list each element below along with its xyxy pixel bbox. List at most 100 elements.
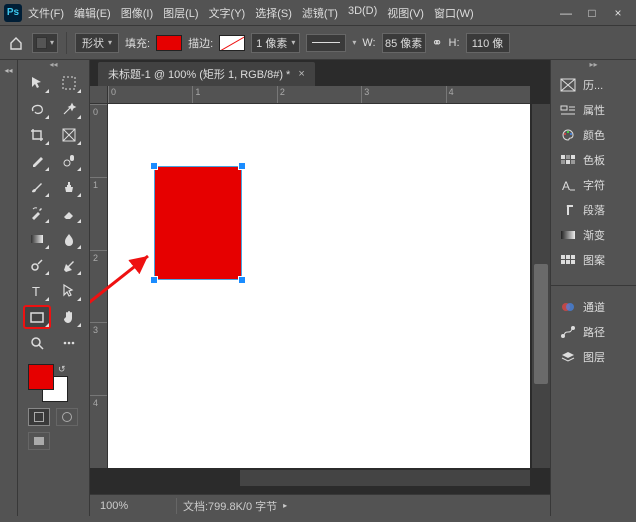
tool-frame[interactable] (56, 124, 82, 146)
scrollbar-vertical[interactable] (532, 104, 550, 468)
panel-label: 通道 (583, 299, 605, 315)
tool-clone[interactable] (56, 176, 82, 198)
ruler-tick: 3 (361, 86, 445, 103)
canvas[interactable] (108, 104, 530, 468)
stroke-color-picker[interactable] (219, 35, 245, 51)
panel-properties[interactable]: 属性 (555, 99, 632, 121)
menu-select[interactable]: 选择(S) (255, 5, 292, 21)
maximize-button[interactable]: □ (586, 6, 598, 20)
tool-eyedropper[interactable] (24, 150, 50, 172)
tool-blur[interactable] (56, 228, 82, 250)
link-wh-icon[interactable]: ⚭ (432, 35, 443, 51)
swap-colors-icon[interactable]: ↺ (58, 364, 66, 375)
handle-tr[interactable] (238, 162, 246, 170)
ruler-tick: 4 (446, 86, 530, 103)
chevron-down-icon: ▾ (108, 38, 112, 47)
tool-lasso[interactable] (24, 98, 50, 120)
document-tab[interactable]: 未标题-1 @ 100% (矩形 1, RGB/8#) * × (98, 62, 315, 86)
toolbox-collapse[interactable]: ◂◂ (18, 60, 89, 68)
menu-edit[interactable]: 编辑(E) (74, 5, 111, 21)
close-tab-icon[interactable]: × (298, 68, 304, 80)
tool-spot-heal[interactable] (56, 150, 82, 172)
panel-layers[interactable]: 图层 (555, 346, 632, 368)
menu-3d[interactable]: 3D(D) (348, 5, 377, 21)
screen-mode-icon[interactable] (28, 432, 50, 450)
menu-file[interactable]: 文件(F) (28, 5, 64, 21)
menu-type[interactable]: 文字(Y) (209, 5, 246, 21)
document-info[interactable]: 文档:799.8K/0 字节 (183, 498, 277, 514)
panel-history[interactable]: 历... (555, 74, 632, 96)
app-logo: Ps (4, 4, 22, 22)
shape-mode-dropdown[interactable]: 形状 ▾ (75, 33, 119, 53)
svg-text:T: T (32, 284, 40, 299)
patterns-icon (559, 252, 577, 268)
foreground-color[interactable] (28, 364, 54, 390)
menu-image[interactable]: 图像(I) (121, 5, 153, 21)
ruler-horizontal[interactable]: 01234 (108, 86, 530, 104)
panel-gradient[interactable]: 渐变 (555, 224, 632, 246)
menu-layer[interactable]: 图层(L) (163, 5, 198, 21)
tool-more[interactable] (56, 332, 82, 354)
tool-dodge[interactable] (24, 254, 50, 276)
tool-type[interactable]: T (24, 280, 50, 302)
character-icon: A (559, 177, 577, 193)
tool-history-brush[interactable] (24, 202, 50, 224)
stroke-style-dropdown[interactable] (306, 34, 346, 52)
tool-move[interactable] (24, 72, 50, 94)
tool-preset-picker[interactable]: ▾ (32, 33, 58, 53)
info-menu-icon[interactable]: ▸ (283, 501, 287, 510)
stroke-width-input[interactable]: 1 像素 ▾ (251, 33, 300, 53)
ruler-corner (90, 86, 108, 104)
scrollbar-horizontal[interactable] (240, 470, 530, 486)
collapse-left[interactable]: ◂◂ (0, 60, 18, 516)
color-wells: ↺ (18, 358, 89, 402)
tool-hand[interactable] (56, 306, 82, 328)
panel-channels[interactable]: 通道 (555, 296, 632, 318)
resize-grip[interactable] (0, 516, 636, 522)
width-label: W: (362, 37, 375, 49)
zoom-level[interactable]: 100% (90, 500, 170, 512)
home-button[interactable] (6, 33, 26, 53)
gradient-icon (559, 227, 577, 243)
toolbox: ◂◂ T ↺ (18, 60, 90, 516)
handle-br[interactable] (238, 276, 246, 284)
ruler-tick: 3 (90, 322, 107, 395)
panel-character[interactable]: A字符 (555, 174, 632, 196)
canvas-wrap: 01234 01234 (90, 86, 550, 494)
standard-mode-icon[interactable] (28, 408, 50, 426)
close-button[interactable]: × (612, 6, 624, 20)
panel-paths[interactable]: 路径 (555, 321, 632, 343)
minimize-button[interactable]: — (560, 6, 572, 20)
tool-marquee[interactable] (56, 72, 82, 94)
tool-pen[interactable] (56, 254, 82, 276)
channels-icon (559, 299, 577, 315)
tool-rectangle[interactable] (24, 306, 50, 328)
ruler-tick: 2 (277, 86, 361, 103)
panel-patterns[interactable]: 图案 (555, 249, 632, 271)
quickmask-mode-icon[interactable] (56, 408, 78, 426)
tool-brush[interactable] (24, 176, 50, 198)
scroll-thumb[interactable] (534, 264, 548, 384)
main-menu: 文件(F) 编辑(E) 图像(I) 图层(L) 文字(Y) 选择(S) 滤镜(T… (28, 5, 552, 21)
tool-path-sel[interactable] (56, 280, 82, 302)
panel-paragraph[interactable]: 段落 (555, 199, 632, 221)
panel-collapse[interactable]: ▸▸ (551, 60, 636, 70)
height-input[interactable] (466, 33, 510, 53)
paths-icon (559, 324, 577, 340)
menu-filter[interactable]: 滤镜(T) (302, 5, 338, 21)
document-area: 未标题-1 @ 100% (矩形 1, RGB/8#) * × 01234 01… (90, 60, 550, 516)
chevron-down-icon: ▾ (50, 38, 54, 47)
shape-rectangle[interactable] (154, 166, 242, 280)
tool-crop[interactable] (24, 124, 50, 146)
tool-eraser[interactable] (56, 202, 82, 224)
fill-color-picker[interactable] (156, 35, 182, 51)
tool-magic-wand[interactable] (56, 98, 82, 120)
menu-window[interactable]: 窗口(W) (434, 5, 474, 21)
tool-gradient[interactable] (24, 228, 50, 250)
panel-swatches[interactable]: 色板 (555, 149, 632, 171)
tool-zoom[interactable] (24, 332, 50, 354)
width-input[interactable] (382, 33, 426, 53)
menu-view[interactable]: 视图(V) (387, 5, 424, 21)
handle-tl[interactable] (150, 162, 158, 170)
panel-color[interactable]: 颜色 (555, 124, 632, 146)
